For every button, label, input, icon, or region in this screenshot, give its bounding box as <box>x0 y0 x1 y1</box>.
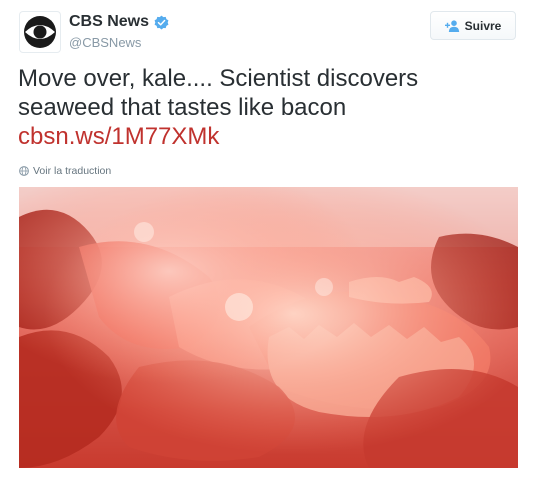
add-user-icon <box>444 19 459 32</box>
tweet-card: CBS News @CBSNews Suivre Move over, kale… <box>0 0 540 478</box>
tweet-link[interactable]: cbsn.ws/1M77XMk <box>18 122 518 151</box>
tweet-photo-seaweed[interactable] <box>19 187 518 468</box>
follow-label: Suivre <box>464 18 502 33</box>
seaweed-photo <box>19 187 518 468</box>
translate-link[interactable]: Voir la traduction <box>19 165 111 177</box>
verified-badge-icon <box>154 15 169 29</box>
account-handle[interactable]: @CBSNews <box>69 35 141 50</box>
avatar[interactable] <box>19 11 61 53</box>
follow-button[interactable]: Suivre <box>430 11 516 40</box>
account-name-row[interactable]: CBS News <box>69 13 169 31</box>
tweet-text-block: Move over, kale.... Scientist discovers … <box>18 64 518 151</box>
tweet-text: Move over, kale.... Scientist discovers … <box>18 65 419 121</box>
translate-label: Voir la traduction <box>33 165 112 177</box>
account-name[interactable]: CBS News <box>69 13 149 31</box>
globe-icon <box>19 166 29 176</box>
cbs-eye-logo <box>24 16 56 48</box>
